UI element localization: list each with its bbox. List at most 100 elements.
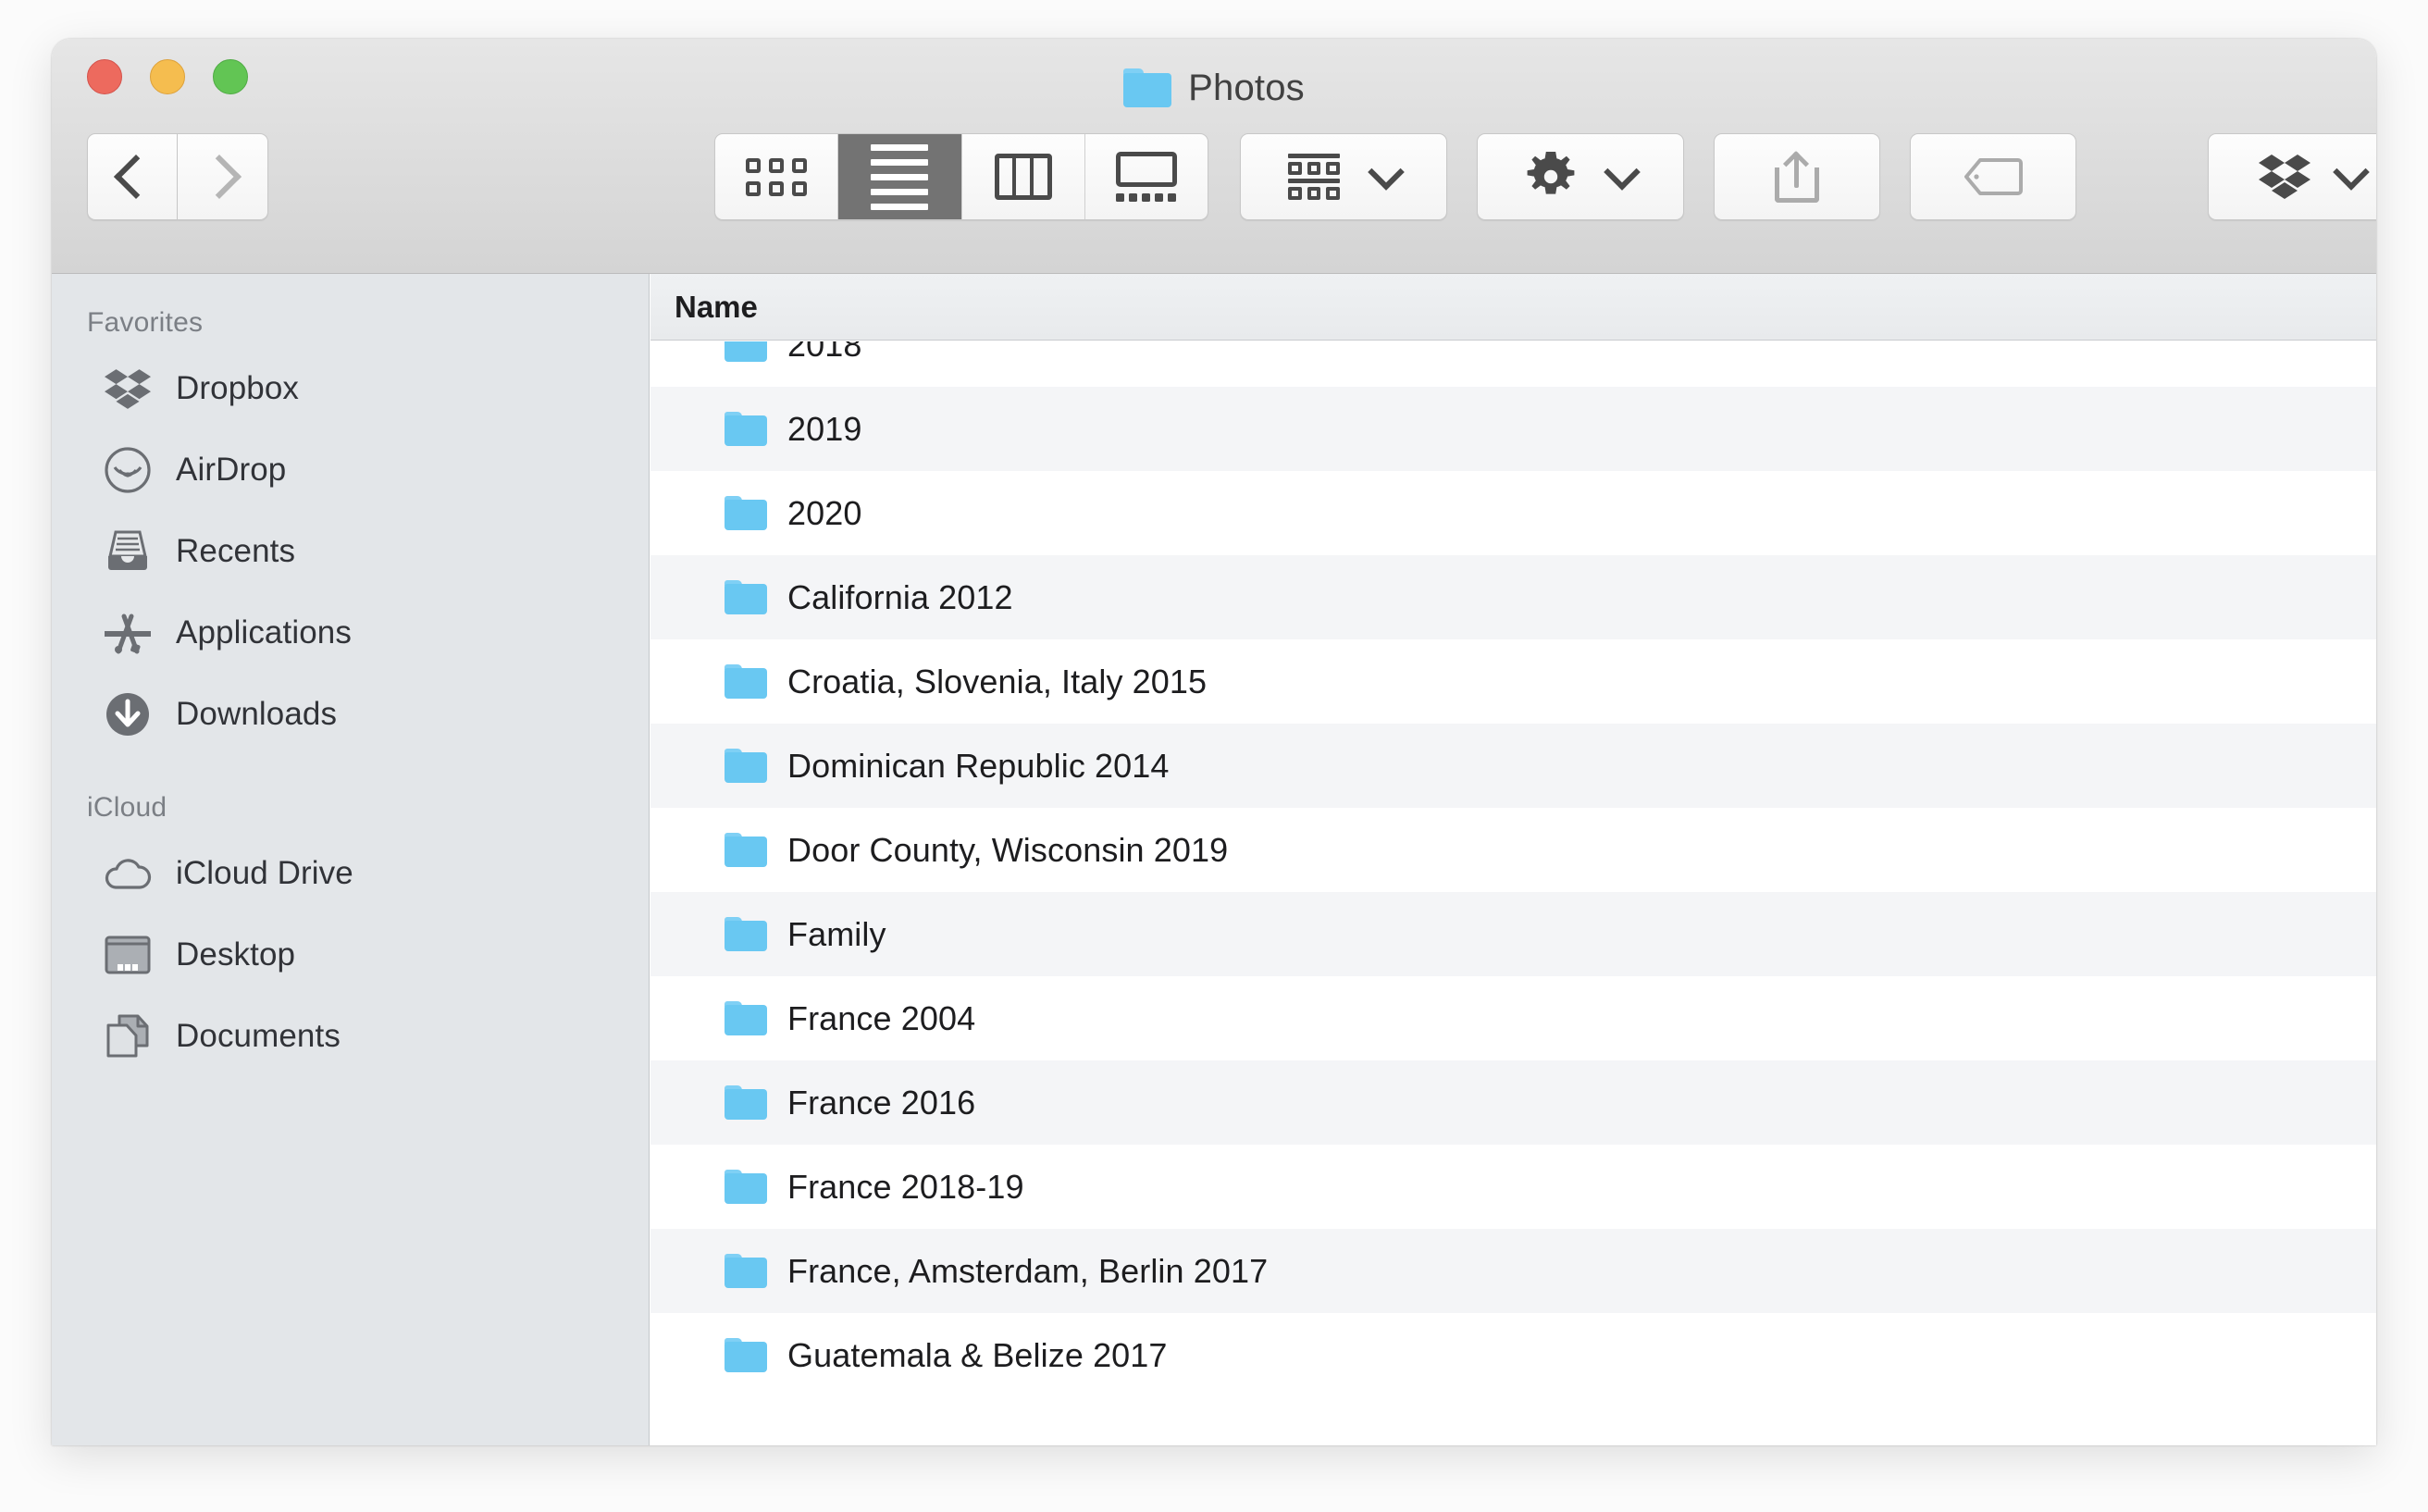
sidebar-item-label: Recents bbox=[176, 533, 296, 569]
downloads-icon bbox=[104, 690, 152, 738]
folder-icon bbox=[725, 341, 767, 362]
file-name: France, Amsterdam, Berlin 2017 bbox=[787, 1251, 1269, 1290]
page-title: Photos bbox=[1188, 67, 1305, 108]
window-title: Photos bbox=[52, 65, 2376, 111]
folder-icon bbox=[725, 917, 767, 951]
sidebar-item-label: Applications bbox=[176, 614, 352, 651]
maximize-window-button[interactable] bbox=[213, 59, 248, 94]
file-name: California 2012 bbox=[787, 577, 1013, 616]
table-row[interactable]: Guatemala & Belize 2017 bbox=[650, 1313, 2376, 1397]
file-name: France 2004 bbox=[787, 998, 976, 1037]
chevron-left-icon bbox=[113, 154, 159, 200]
minimize-window-button[interactable] bbox=[150, 59, 185, 94]
action-menu-button[interactable] bbox=[1477, 133, 1684, 220]
applications-icon bbox=[104, 609, 152, 657]
folder-icon bbox=[725, 749, 767, 783]
arrange-icon bbox=[1288, 154, 1341, 200]
dropbox-menu-button[interactable] bbox=[2208, 133, 2376, 220]
table-row[interactable]: 2018 bbox=[650, 341, 2376, 387]
file-name: Door County, Wisconsin 2019 bbox=[787, 830, 1229, 869]
list-view-icon bbox=[871, 143, 929, 210]
dropbox-icon bbox=[104, 365, 152, 413]
file-list: Name 2018 2019 2020 California 2012 Croatia,… bbox=[650, 274, 2376, 1445]
folder-icon bbox=[725, 1170, 767, 1204]
folder-icon bbox=[725, 1085, 767, 1120]
forward-button[interactable] bbox=[178, 133, 268, 220]
table-row[interactable]: 2020 bbox=[650, 471, 2376, 555]
file-name: Guatemala & Belize 2017 bbox=[787, 1335, 1168, 1374]
file-name: France 2018-19 bbox=[787, 1167, 1024, 1206]
sidebar-item-airdrop[interactable]: AirDrop bbox=[52, 429, 649, 511]
sidebar-item-label: Dropbox bbox=[176, 370, 299, 406]
sidebar: Favorites Dropbox AirDrop Recents Applic… bbox=[52, 274, 650, 1445]
table-row[interactable]: France, Amsterdam, Berlin 2017 bbox=[650, 1229, 2376, 1313]
table-row[interactable]: France 2016 bbox=[650, 1060, 2376, 1145]
chevron-down-icon bbox=[1604, 154, 1641, 191]
dropbox-icon bbox=[2259, 154, 2310, 200]
sidebar-item-dropbox[interactable]: Dropbox bbox=[52, 348, 649, 429]
gear-icon bbox=[1526, 152, 1576, 202]
sidebar-item-desktop[interactable]: Desktop bbox=[52, 914, 649, 996]
chevron-down-icon bbox=[2333, 154, 2370, 191]
table-row[interactable]: Dominican Republic 2014 bbox=[650, 724, 2376, 808]
folder-icon bbox=[725, 1338, 767, 1372]
column-header-row: Name bbox=[650, 274, 2376, 341]
table-row[interactable]: California 2012 bbox=[650, 555, 2376, 639]
file-name: Dominican Republic 2014 bbox=[787, 746, 1170, 785]
close-window-button[interactable] bbox=[87, 59, 122, 94]
sidebar-item-applications[interactable]: Applications bbox=[52, 592, 649, 674]
table-row[interactable]: 2019 bbox=[650, 387, 2376, 471]
toolbar bbox=[52, 128, 2376, 229]
file-rows-scroll-area[interactable]: 2018 2019 2020 California 2012 Croatia, Slov… bbox=[650, 341, 2376, 1445]
folder-icon bbox=[725, 833, 767, 867]
gallery-view-icon bbox=[1115, 152, 1177, 202]
sidebar-item-icloud-drive[interactable]: iCloud Drive bbox=[52, 833, 649, 914]
file-name: Family bbox=[787, 914, 886, 953]
list-view-button[interactable] bbox=[838, 134, 962, 219]
sidebar-item-label: Documents bbox=[176, 1018, 341, 1054]
file-name: 2018 bbox=[787, 341, 862, 364]
file-name: France 2016 bbox=[787, 1083, 976, 1122]
airdrop-icon bbox=[104, 446, 152, 494]
chevron-down-icon bbox=[1368, 154, 1405, 191]
folder-icon bbox=[725, 580, 767, 614]
finder-window: Photos Favorites Dropbox AirDrop Recents… bbox=[52, 39, 2376, 1445]
share-icon bbox=[1775, 150, 1819, 203]
file-rows: 2018 2019 2020 California 2012 Croatia, Slov… bbox=[650, 341, 2376, 1397]
sidebar-item-label: Desktop bbox=[176, 936, 296, 973]
titlebar: Photos bbox=[52, 39, 2376, 274]
window-body: Favorites Dropbox AirDrop Recents Applic… bbox=[52, 274, 2376, 1445]
sidebar-item-documents[interactable]: Documents bbox=[52, 996, 649, 1077]
table-row[interactable]: Family bbox=[650, 892, 2376, 976]
sidebar-item-recents[interactable]: Recents bbox=[52, 511, 649, 592]
sidebar-item-label: iCloud Drive bbox=[176, 855, 353, 891]
folder-icon bbox=[725, 496, 767, 530]
gallery-view-button[interactable] bbox=[1085, 134, 1208, 219]
table-row[interactable]: Door County, Wisconsin 2019 bbox=[650, 808, 2376, 892]
traffic-lights bbox=[87, 59, 248, 94]
folder-icon bbox=[1123, 68, 1172, 107]
chevron-right-icon bbox=[196, 154, 242, 200]
group-by-button[interactable] bbox=[1240, 133, 1447, 220]
column-view-button[interactable] bbox=[962, 134, 1085, 219]
table-row[interactable]: Croatia, Slovenia, Italy 2015 bbox=[650, 639, 2376, 724]
back-button[interactable] bbox=[87, 133, 178, 220]
documents-icon bbox=[104, 1012, 152, 1060]
file-name: Croatia, Slovenia, Italy 2015 bbox=[787, 662, 1208, 700]
sidebar-item-label: AirDrop bbox=[176, 452, 287, 488]
sidebar-item-downloads[interactable]: Downloads bbox=[52, 674, 649, 755]
cloud-icon bbox=[104, 849, 152, 898]
folder-icon bbox=[725, 1254, 767, 1288]
table-row[interactable]: France 2004 bbox=[650, 976, 2376, 1060]
folder-icon bbox=[725, 412, 767, 446]
table-row[interactable]: France 2018-19 bbox=[650, 1145, 2376, 1229]
column-header-name[interactable]: Name bbox=[650, 290, 758, 325]
icon-view-button[interactable] bbox=[715, 134, 839, 219]
view-mode-segmented-control bbox=[714, 133, 1208, 220]
grid-view-icon bbox=[746, 157, 808, 196]
tags-button[interactable] bbox=[1910, 133, 2076, 220]
share-button[interactable] bbox=[1714, 133, 1880, 220]
sidebar-section-header-favorites: Favorites bbox=[87, 307, 204, 338]
file-name: 2019 bbox=[787, 409, 862, 448]
recents-icon bbox=[104, 527, 152, 576]
